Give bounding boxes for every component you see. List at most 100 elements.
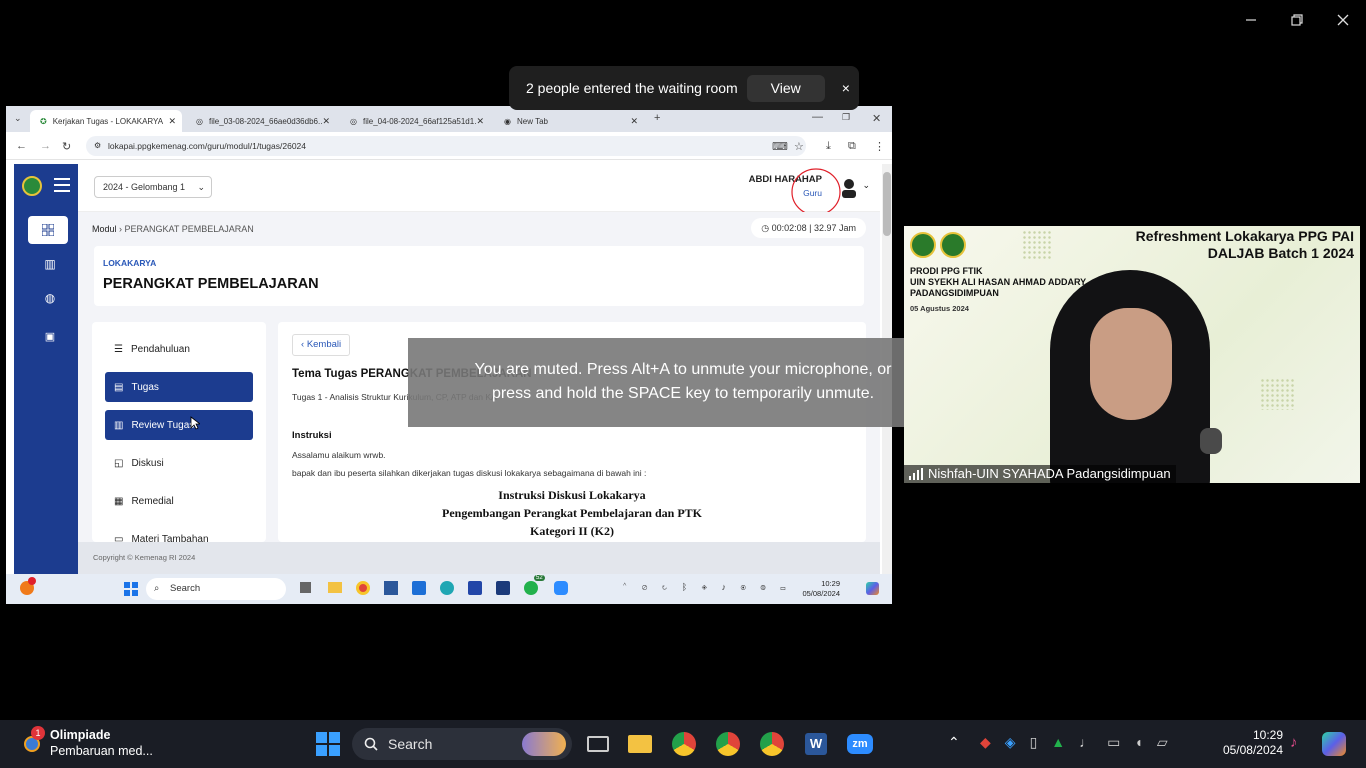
scrollbar-thumb[interactable] [883,172,891,236]
tray-anydesk-icon[interactable]: ◆ [980,734,991,751]
remote-copilot-icon[interactable] [866,582,879,595]
breadcrumb-modul[interactable]: Modul [92,224,117,234]
remote-whatsapp-icon[interactable] [524,581,538,595]
taskbar-search-box[interactable]: Search [352,728,572,760]
participant-person [1014,270,1244,483]
menu-item-review-tugas[interactable]: ▥ Review Tugas [105,410,253,440]
zoom-icon[interactable]: zm [846,730,874,758]
remote-search-box[interactable]: ⌕ Search [146,578,286,600]
tab-file-04[interactable]: ◎ file_04-08-2024_66af125a51d1... ✕ [340,110,490,132]
back-button[interactable]: ‹ Kembali [292,334,351,356]
remote-zoom-icon[interactable] [554,581,568,595]
signal-strength-icon [909,468,923,480]
university-logo [940,232,966,258]
user-menu-chevron-icon[interactable]: ⌄ [862,180,870,191]
browser-restore-button[interactable]: ❐ [842,112,850,123]
remote-store-icon[interactable] [412,581,426,595]
remote-file-explorer-icon[interactable] [328,582,342,593]
word-icon[interactable]: W [802,730,830,758]
translate-icon[interactable]: ⌨ [772,140,788,153]
download-icon[interactable]: ⤓ [826,140,831,153]
tray-drive-icon[interactable]: ▲ [1051,734,1065,751]
tray-volume-icon[interactable]: ◖ [1134,734,1142,751]
remote-taskview-icon[interactable] [300,582,311,593]
view-button[interactable]: View [746,74,825,102]
tab-close-icon[interactable]: ✕ [476,116,484,127]
tab-file-03[interactable]: ◎ file_03-08-2024_66ae0d36db6... ✕ [186,110,336,132]
close-window-button[interactable] [1328,8,1358,32]
menu-item-materi-tambahan[interactable]: ▭ Materi Tambahan [105,524,253,543]
news-title: Olimpiade [50,728,111,742]
restore-icon [1291,14,1303,26]
page-title: PERANGKAT PEMBELAJARAN [103,276,319,292]
notification-close-icon[interactable]: × [842,80,850,96]
menu-item-remedial[interactable]: ▦ Remedial [105,486,253,516]
remote-chrome-icon[interactable] [356,581,370,595]
remote-taskbar: ⌕ Search 52 ⌃ ⊘ ↻ ᛒ ◈ ♪ ◉ ◍ ▭ 10:29 05/0… [6,574,892,604]
tray-mic-icon[interactable]: ♩ [1079,734,1093,751]
breadcrumb: Modul › PERANGKAT PEMBELAJARAN [92,224,254,234]
instructions-line-2: bapak dan ibu peserta silahkan dikerjaka… [292,468,647,478]
browser-menu-icon[interactable]: ⋮ [874,140,885,153]
module-menu: ☰ Pendahuluan ▤ Tugas ▥ Review Tugas ◱ D… [92,322,266,542]
tray-security-icon[interactable]: ◈ [1005,734,1016,751]
restore-window-button[interactable] [1282,8,1312,32]
tray-usb-icon[interactable]: ▯ [1030,734,1038,751]
chrome-profile-2-icon[interactable] [714,730,742,758]
new-tab-button[interactable]: + [654,112,660,124]
back-arrow-icon[interactable]: ← [16,140,27,152]
browser-close-button[interactable]: ✕ [872,112,881,125]
file-explorer-icon[interactable] [626,730,654,758]
remote-windows-start-icon[interactable] [124,582,138,596]
hamburger-menu-icon[interactable] [54,178,70,192]
copilot-icon[interactable] [1322,732,1346,756]
tab-search-icon[interactable]: ⌄ [14,113,22,124]
remote-app-icon[interactable] [468,581,482,595]
tray-app-icons[interactable]: ◆ ◈ ▯ ▲ ♩ ▭ ◖ ▱ [980,734,1168,751]
notification-bell-icon[interactable]: ♪ [1290,734,1298,751]
close-icon [1337,14,1349,26]
system-clock[interactable]: 10:29 05/08/2024 [1223,728,1283,758]
url-input[interactable]: ⚙ lokapai.ppgkemenag.com/guru/modul/1/tu… [86,136,806,156]
tab-new-tab[interactable]: ◉ New Tab ✕ [494,110,644,132]
instructions-line-1: Assalamu alaikum wrwb. [292,450,386,460]
menu-item-diskusi[interactable]: ◱ Diskusi [105,448,253,478]
headset-icon [1200,428,1222,454]
tab-close-icon[interactable]: ✕ [168,116,176,127]
tray-chevron-up-icon[interactable]: ⌃ [948,734,960,751]
remote-reader-icon[interactable] [496,581,510,595]
bookmark-star-icon[interactable]: ☆ [794,140,804,153]
chrome-profile-3-icon[interactable] [758,730,786,758]
browser-minimize-button[interactable]: — [812,111,823,123]
tab-close-icon[interactable]: ✕ [630,116,638,127]
tray-battery-icon[interactable]: ▱ [1157,734,1168,751]
period-select[interactable]: 2024 - Gelombang 1 ⌄ [94,176,212,198]
page-header: 2024 - Gelombang 1 ⌄ ABDI HARAHAP Guru ⌄ [78,164,880,216]
whatsapp-badge: 52 [534,575,545,581]
tray-network-icon[interactable]: ▭ [1107,734,1120,751]
sidebar-modules[interactable]: ▥ [30,250,70,278]
extensions-icon[interactable]: ⧉ [848,140,856,153]
remote-tray-icons[interactable]: ⌃ ⊘ ↻ ᛒ ◈ ♪ ◉ ◍ ▭ [622,582,792,592]
remote-clock: 10:29 05/08/2024 [802,579,840,598]
windows-start-icon[interactable] [316,732,340,756]
search-icon [364,737,378,751]
menu-item-tugas[interactable]: ▤ Tugas [105,372,253,402]
remote-edge-icon[interactable] [440,581,454,595]
sidebar-discussion[interactable]: ◍ [30,284,70,312]
reload-icon[interactable]: ↻ [62,140,71,153]
participant-video[interactable]: Refreshment Lokakarya PPG PAI DALJAB Bat… [904,226,1360,483]
chrome-icon[interactable] [670,730,698,758]
tab-close-icon[interactable]: ✕ [322,116,330,127]
news-widget[interactable]: 1 Olimpiade Pembaruan med... [0,720,180,768]
grid-icon [42,224,54,236]
sidebar-dashboard[interactable] [28,216,68,244]
forward-arrow-icon[interactable]: → [40,140,51,152]
sidebar-video[interactable]: ▣ [30,322,70,350]
tab-kerjakan-tugas[interactable]: ✪ Kerjakan Tugas - LOKAKARYA ✕ [30,110,182,132]
task-view-icon[interactable] [584,730,612,758]
minimize-window-button[interactable] [1236,8,1266,32]
banner-title: Refreshment Lokakarya PPG PAI DALJAB Bat… [1135,228,1354,261]
menu-item-pendahuluan[interactable]: ☰ Pendahuluan [105,334,253,364]
remote-word-icon[interactable] [384,581,398,595]
